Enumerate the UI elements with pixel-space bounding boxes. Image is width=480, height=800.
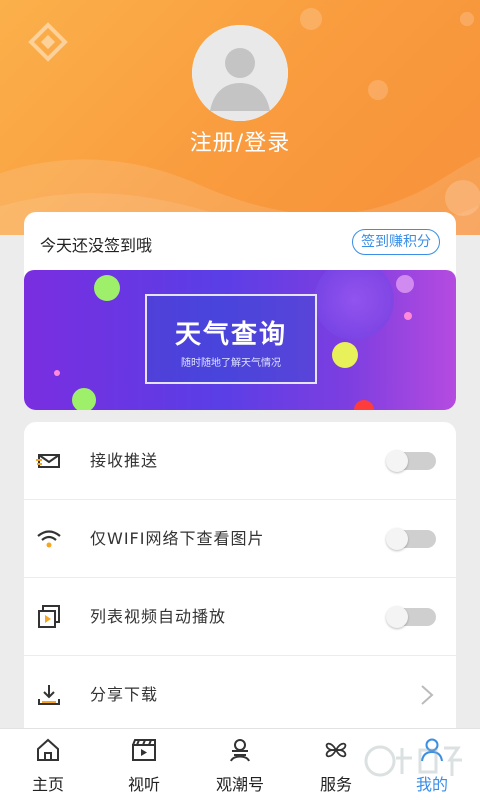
checkin-card: 今天还没签到哦 签到赚积分 天气查询 随时随地了解天气情况 — [24, 212, 456, 410]
checkin-status: 今天还没签到哦 — [40, 236, 153, 255]
envelope-icon — [36, 454, 60, 468]
brand-logo-icon — [28, 22, 68, 62]
push-toggle[interactable] — [386, 450, 436, 472]
video-play-icon — [38, 605, 60, 628]
download-icon — [38, 685, 60, 705]
wifi-icon — [37, 530, 61, 548]
tab-label: 观潮号 — [215, 775, 264, 794]
setting-row-push: 接收推送 — [24, 422, 456, 500]
watermark-logo-icon — [364, 745, 462, 777]
wifi-images-toggle[interactable] — [386, 528, 436, 550]
clapperboard-icon — [132, 739, 156, 761]
banner-frame: 天气查询 随时随地了解天气情况 — [145, 294, 317, 384]
setting-label: 仅WIFI网络下查看图片 — [90, 529, 265, 548]
banner-title: 天气查询 — [174, 320, 287, 350]
default-avatar-icon — [192, 25, 288, 121]
tab-guanchao[interactable]: 观潮号 — [192, 729, 288, 800]
tab-label: 主页 — [31, 775, 64, 794]
home-icon — [37, 738, 59, 761]
grid-icon — [325, 742, 347, 758]
setting-row-wifi: 仅WIFI网络下查看图片 — [24, 500, 456, 578]
setting-row-share[interactable]: 分享下载 — [24, 656, 456, 732]
login-link[interactable]: 注册/登录 — [0, 125, 480, 157]
checkin-button[interactable]: 签到赚积分 — [352, 229, 440, 255]
avatar[interactable] — [192, 25, 288, 121]
chevron-right-icon — [421, 685, 434, 705]
person-icon — [230, 739, 250, 762]
weather-banner[interactable]: 天气查询 随时随地了解天气情况 — [24, 270, 456, 410]
setting-row-autoplay: 列表视频自动播放 — [24, 578, 456, 656]
setting-label: 列表视频自动播放 — [90, 607, 227, 626]
banner-subtitle: 随时随地了解天气情况 — [181, 358, 281, 369]
setting-label: 分享下载 — [90, 685, 159, 704]
tab-media[interactable]: 视听 — [96, 729, 192, 800]
settings-card: 接收推送 仅WIFI网络下查看图片 列表视频自动播放 分享下载 — [24, 422, 456, 732]
tab-label: 视听 — [127, 775, 160, 794]
setting-label: 接收推送 — [90, 451, 159, 470]
autoplay-toggle[interactable] — [386, 606, 436, 628]
tab-home[interactable]: 主页 — [0, 729, 96, 800]
